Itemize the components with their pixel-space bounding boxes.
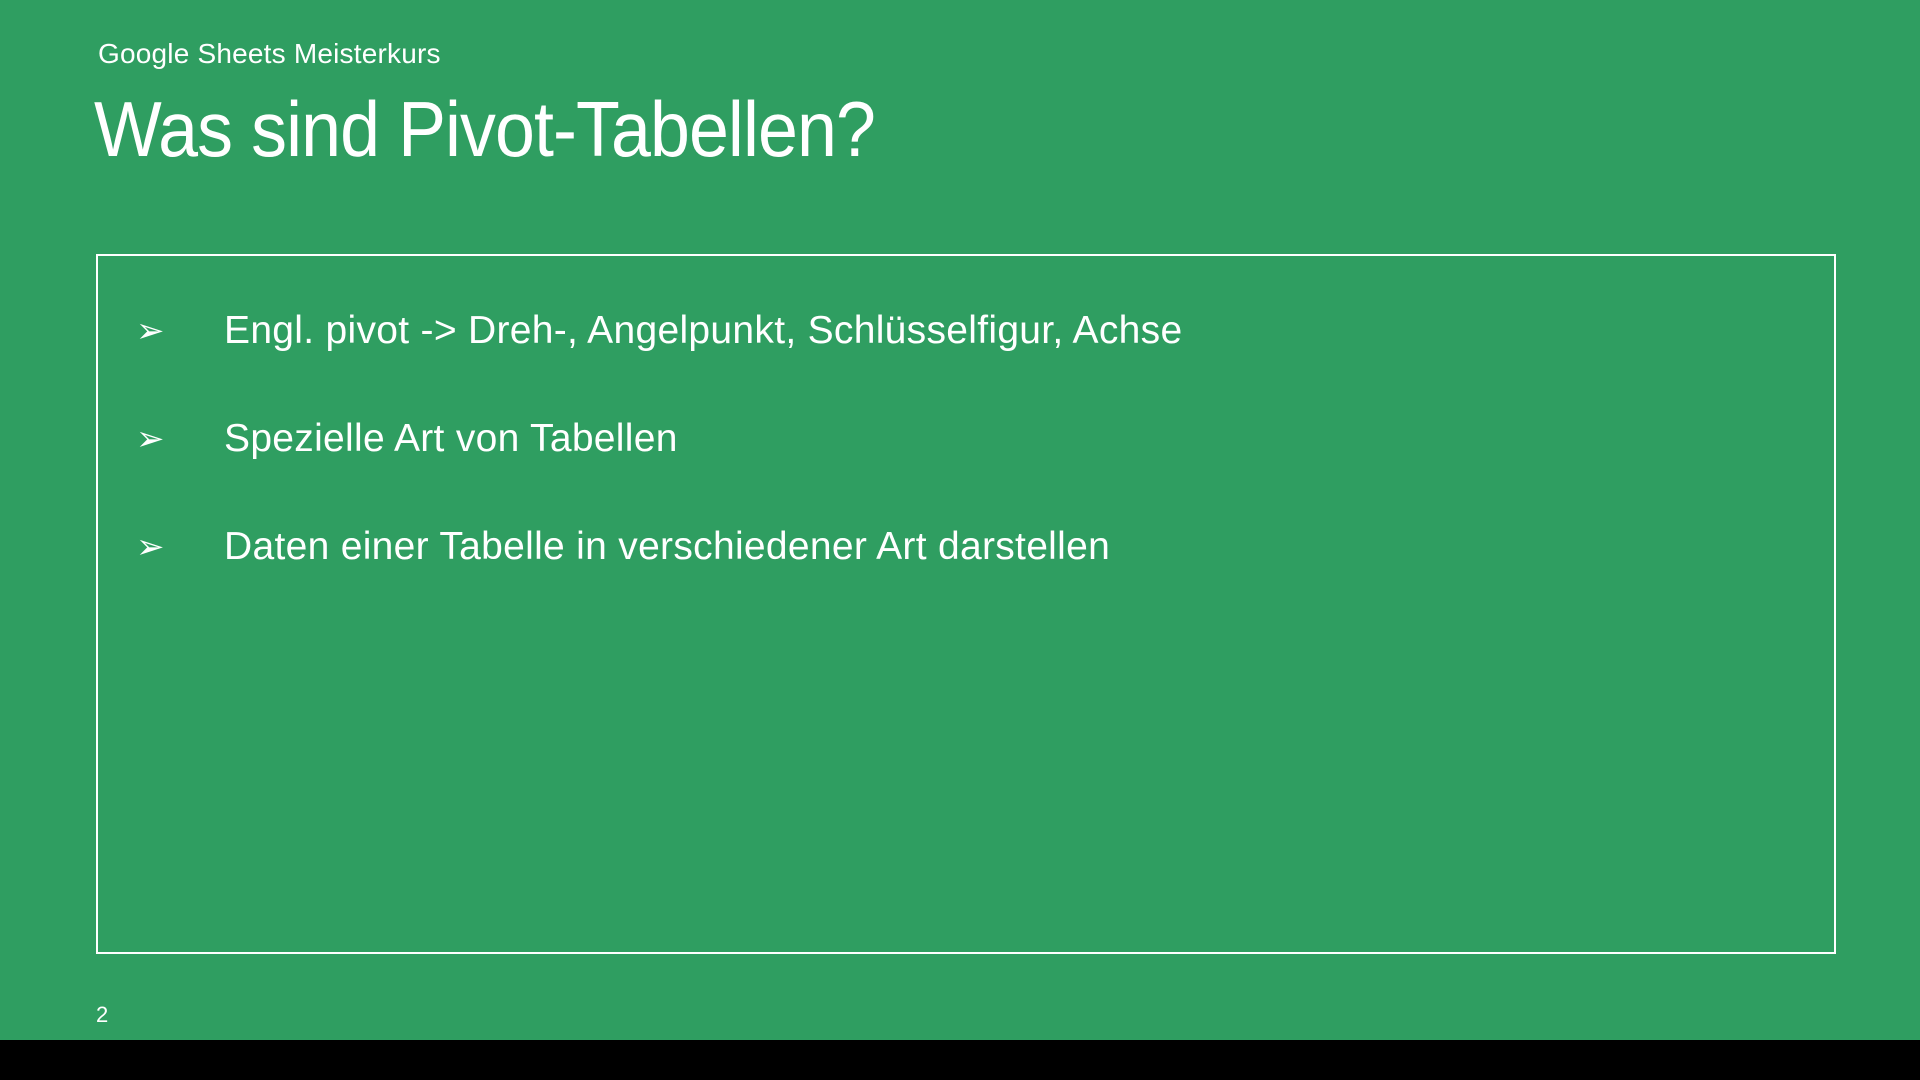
content-box: ➢ Engl. pivot -> Dreh-, Angelpunkt, Schl… (96, 254, 1836, 954)
page-number: 2 (96, 1002, 108, 1028)
list-item: ➢ Daten einer Tabelle in verschiedener A… (134, 524, 1798, 570)
presentation-slide: Google Sheets Meisterkurs Was sind Pivot… (0, 0, 1920, 1040)
bottom-bar (0, 1040, 1920, 1080)
chevron-bullet-icon: ➢ (134, 416, 224, 462)
bullet-text: Spezielle Art von Tabellen (224, 416, 1798, 462)
list-item: ➢ Spezielle Art von Tabellen (134, 416, 1798, 462)
bullet-list: ➢ Engl. pivot -> Dreh-, Angelpunkt, Schl… (134, 308, 1798, 570)
bullet-text: Daten einer Tabelle in verschiedener Art… (224, 524, 1798, 570)
slide-subtitle: Google Sheets Meisterkurs (98, 38, 1920, 70)
chevron-bullet-icon: ➢ (134, 524, 224, 570)
slide-title: Was sind Pivot-Tabellen? (94, 84, 1774, 175)
bullet-text: Engl. pivot -> Dreh-, Angelpunkt, Schlüs… (224, 308, 1798, 354)
chevron-bullet-icon: ➢ (134, 308, 224, 354)
list-item: ➢ Engl. pivot -> Dreh-, Angelpunkt, Schl… (134, 308, 1798, 354)
